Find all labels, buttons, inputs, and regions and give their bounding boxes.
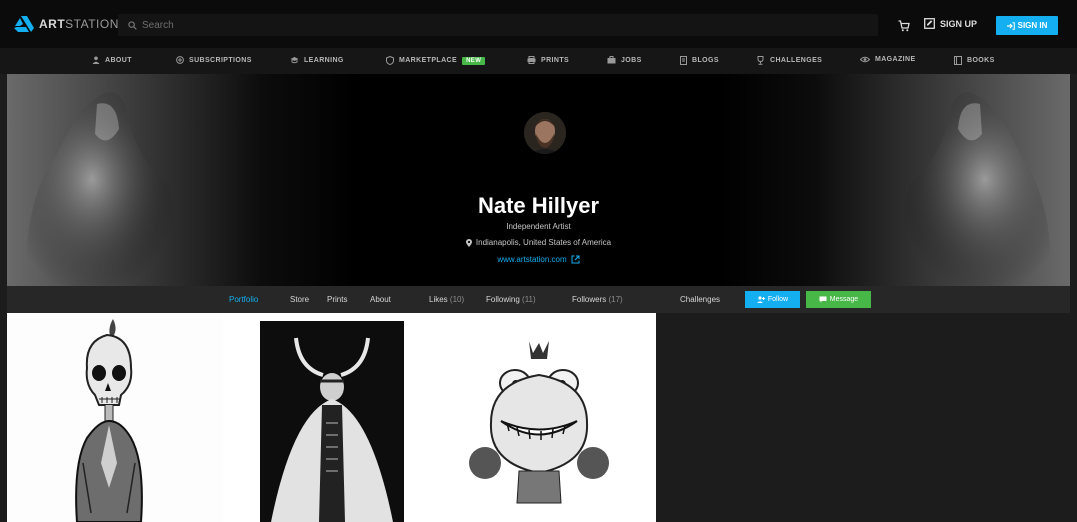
nav-item-prints[interactable]: PRINTS [527, 56, 569, 64]
print-icon [527, 56, 536, 64]
nav-label: PRINTS [541, 56, 570, 64]
map-pin-icon [465, 238, 472, 247]
search-input[interactable] [142, 19, 742, 31]
briefcase-icon [607, 56, 616, 64]
user-icon [92, 56, 100, 64]
external-link-icon [571, 255, 580, 264]
search-bar[interactable] [118, 14, 878, 36]
tab-label: Challenges [680, 295, 721, 304]
follow-label: Follow [767, 296, 789, 303]
sign-in-button[interactable]: SIGN IN [996, 16, 1058, 35]
user-plus-icon [756, 296, 765, 303]
book-icon [954, 56, 962, 65]
tab-count: (17) [608, 295, 623, 304]
profile-avatar[interactable] [524, 112, 566, 154]
tab-count: (11) [522, 295, 536, 304]
nav-item-jobs[interactable]: JOBS [607, 56, 642, 64]
cart-icon [898, 20, 910, 32]
avatar-image [524, 112, 566, 154]
search-icon [128, 20, 137, 30]
tab-challenges[interactable]: Challenges [680, 295, 720, 304]
nav-item-books[interactable]: BOOKS [954, 56, 995, 65]
message-button[interactable]: Message [806, 291, 871, 308]
tab-following[interactable]: Following (11) [486, 295, 536, 304]
follow-button[interactable]: Follow [745, 291, 800, 308]
artwork-horned-figure[interactable] [223, 313, 439, 522]
tab-prints[interactable]: Prints [327, 295, 347, 304]
sign-up-button[interactable]: SIGN UP [924, 18, 977, 29]
tab-portfolio[interactable]: Portfolio [229, 295, 258, 304]
nav-label: SUBSCRIPTIONS [189, 56, 252, 64]
tab-label: Likes [429, 295, 448, 304]
portfolio-grid [7, 313, 656, 522]
tab-count: (10) [449, 295, 465, 304]
profile-tabs: Portfolio Store Prints About Likes (10) … [7, 286, 1070, 313]
trophy-icon [757, 56, 764, 65]
eye-icon [860, 56, 870, 63]
nav-item-about[interactable]: ABOUT [92, 56, 132, 64]
tab-label: About [370, 295, 391, 304]
tab-label: Following [486, 295, 520, 304]
document-icon [680, 56, 687, 65]
nav-label: MARKETPLACE [399, 57, 458, 64]
nav-item-challenges[interactable]: CHALLENGES [756, 56, 822, 65]
nav-label: JOBS [621, 56, 642, 64]
nav-label: ABOUT [105, 56, 132, 64]
top-bar: ARTSTATION SIGN UP [0, 0, 1077, 48]
nav-label: BLOGS [692, 57, 719, 64]
nav-item-magazine[interactable]: MAGAZINE [860, 56, 916, 63]
tab-about[interactable]: About [370, 295, 391, 304]
nav-item-marketplace[interactable]: MARKETPLACE NEW [386, 56, 486, 65]
location-text: Indianapolis, United States of America [475, 238, 612, 247]
tab-followers[interactable]: Followers (17) [572, 295, 623, 304]
nav-label: BOOKS [967, 57, 995, 64]
nav-item-subscriptions[interactable]: SUBSCRIPTIONS [176, 56, 252, 64]
artstation-logo-icon [14, 16, 34, 32]
graduation-icon [290, 57, 299, 64]
plus-circle-icon [176, 56, 184, 64]
shield-icon [386, 56, 394, 65]
artstation-logo[interactable]: ARTSTATION [14, 16, 119, 32]
artwork-flame-skull[interactable] [7, 313, 223, 522]
website-text: www.artstation.com [497, 255, 567, 264]
tab-label: Prints [327, 295, 348, 304]
sign-in-label: SIGN IN [1017, 21, 1048, 30]
nav-item-blogs[interactable]: BLOGS [680, 56, 719, 65]
cart-button[interactable] [898, 19, 910, 37]
profile-website-link[interactable]: www.artstation.com [0, 255, 1077, 264]
nav-label: CHALLENGES [770, 57, 823, 64]
edit-square-icon [924, 18, 935, 29]
sign-up-label: SIGN UP [940, 18, 978, 29]
profile-location: Indianapolis, United States of America [0, 238, 1077, 247]
new-badge: NEW [462, 56, 486, 65]
sign-in-icon [1006, 21, 1015, 30]
artwork-frog-king[interactable] [439, 313, 656, 522]
nav-label: MAGAZINE [875, 56, 916, 63]
tab-label: Portfolio [229, 295, 259, 304]
tab-label: Store [290, 295, 310, 304]
tab-label: Followers [572, 295, 607, 304]
message-label: Message [829, 296, 859, 303]
brand-name: ARTSTATION [39, 17, 119, 31]
artstation-profile-page: ARTSTATION SIGN UP [0, 0, 1077, 522]
tab-likes[interactable]: Likes (10) [429, 295, 464, 304]
profile-name: Nate Hillyer [477, 193, 600, 218]
profile-headline: Independent Artist [506, 222, 571, 231]
nav-label: LEARNING [304, 56, 344, 64]
message-icon [819, 296, 827, 303]
nav-item-learning[interactable]: LEARNING [290, 56, 344, 64]
tab-store[interactable]: Store [290, 295, 309, 304]
main-nav: ABOUT SUBSCRIPTIONS LEARNING MARKETPLACE… [0, 48, 1077, 74]
